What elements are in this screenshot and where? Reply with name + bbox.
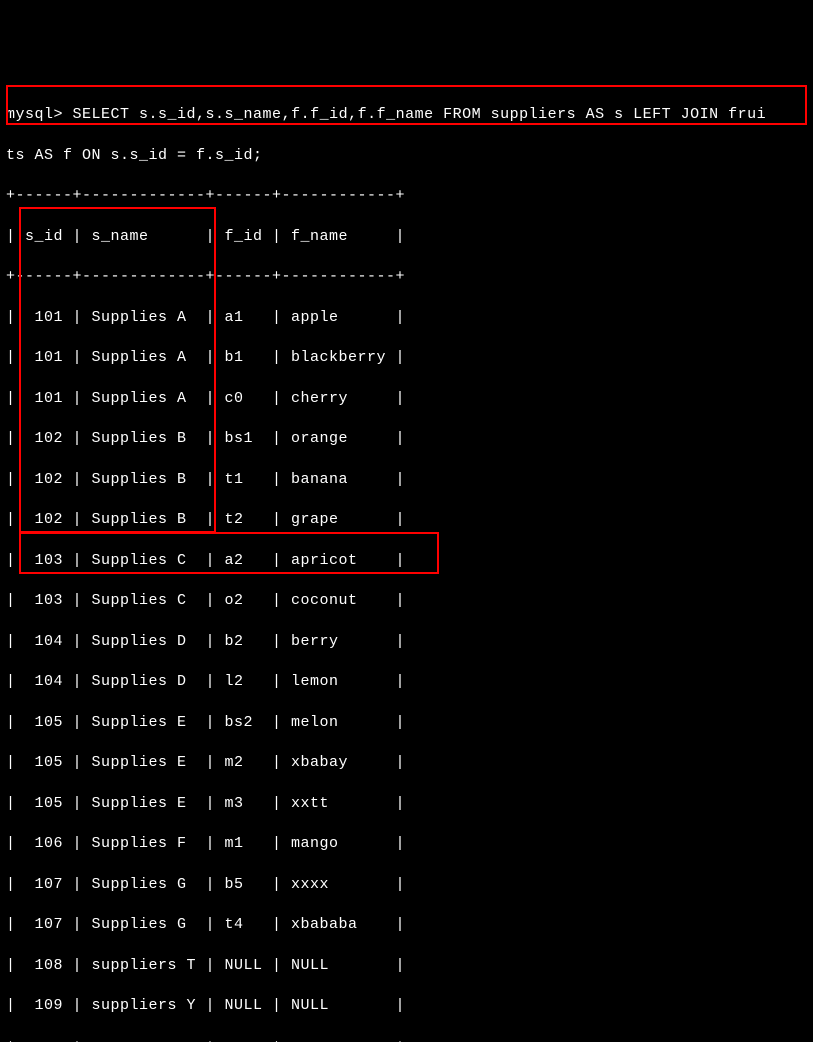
table-row: | 105 | Supplies E | bs2 | melon | [6,713,807,733]
table-row: | 102 | Supplies B | bs1 | orange | [6,429,807,449]
table-row: | 105 | Supplies E | m3 | xxtt | [6,794,807,814]
table-row: | 101 | Supplies A | b1 | blackberry | [6,348,807,368]
sql-query-part1: SELECT s.s_id,s.s_name,f.f_id,f.f_name F… [73,106,767,123]
table-row: | 102 | Supplies B | t2 | grape | [6,510,807,530]
table-border-mid: +------+-------------+------+-----------… [6,267,807,287]
table-header: | s_id | s_name | f_id | f_name | [6,227,807,247]
table-row: | 107 | Supplies G | t4 | xbababa | [6,915,807,935]
table-border-bottom: +------+-------------+------+-----------… [6,1037,807,1042]
table-row: | 103 | Supplies C | a2 | apricot | [6,551,807,571]
table-row: | 104 | Supplies D | l2 | lemon | [6,672,807,692]
table-row: | 102 | Supplies B | t1 | banana | [6,470,807,490]
table-row: | 101 | Supplies A | c0 | cherry | [6,389,807,409]
table-border-top: +------+-------------+------+-----------… [6,186,807,206]
mysql-prompt: mysql> [6,106,63,123]
table-row: | 105 | Supplies E | m2 | xbabay | [6,753,807,773]
table-row: | 101 | Supplies A | a1 | apple | [6,308,807,328]
terminal-output: mysql> SELECT s.s_id,s.s_name,f.f_id,f.f… [6,85,807,1042]
table-row: | 103 | Supplies C | o2 | coconut | [6,591,807,611]
table-row: | 108 | suppliers T | NULL | NULL | [6,956,807,976]
query-line-2: ts AS f ON s.s_id = f.s_id; [6,146,807,166]
table-row: | 109 | suppliers Y | NULL | NULL | [6,996,807,1016]
table-row: | 104 | Supplies D | b2 | berry | [6,632,807,652]
table-row: | 106 | Supplies F | m1 | mango | [6,834,807,854]
query-line-1: mysql> SELECT s.s_id,s.s_name,f.f_id,f.f… [6,105,807,125]
table-row: | 107 | Supplies G | b5 | xxxx | [6,875,807,895]
